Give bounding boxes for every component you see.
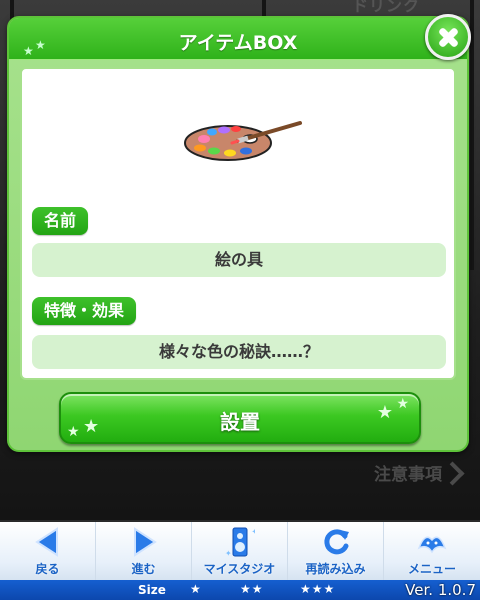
install-button-label: 設置 xyxy=(220,410,260,434)
nav-label: 進む xyxy=(131,562,156,576)
reload-button[interactable]: 再読み込み xyxy=(288,522,384,580)
menu-button[interactable]: メニュー xyxy=(384,522,480,580)
forward-arrow-icon xyxy=(134,527,157,557)
notice-link[interactable]: 注意事項 xyxy=(374,460,462,485)
paint-palette-icon xyxy=(184,121,302,161)
footer-bar: Size ★ ★★ ★★★ Ver. 1.0.7 xyxy=(0,580,480,600)
notice-link-label: 注意事項 xyxy=(374,465,442,485)
forward-button[interactable]: 進む xyxy=(96,522,192,580)
nav-label: 戻る xyxy=(35,562,60,576)
size-small-button[interactable]: ★ xyxy=(190,582,202,596)
version-label: Ver. 1.0.7 xyxy=(405,581,476,599)
speaker-icon: ✦ ✦ xyxy=(225,527,255,558)
nav-label: マイスタジオ xyxy=(203,562,276,576)
name-tag: 名前 xyxy=(32,207,89,235)
chevron-right-icon xyxy=(448,462,462,484)
close-icon[interactable] xyxy=(425,14,471,60)
svg-text:✦: ✦ xyxy=(225,549,232,558)
size-label: Size xyxy=(138,583,166,597)
back-button[interactable]: 戻る xyxy=(0,522,96,580)
item-detail-panel: 名前 絵の具 特徴・効果 様々な色の秘訣……？ xyxy=(20,67,456,380)
install-button[interactable]: ★ ★ ★ ★ 設置 xyxy=(59,392,421,444)
item-name-value: 絵の具 xyxy=(32,243,446,277)
size-large-button[interactable]: ★★★ xyxy=(300,582,335,596)
menu-mascot-icon xyxy=(417,536,447,554)
background-tab-label: ドリンク xyxy=(352,0,421,15)
my-studio-button[interactable]: ✦ ✦ マイスタジオ xyxy=(192,522,288,580)
size-medium-button[interactable]: ★★ xyxy=(240,582,264,596)
back-arrow-icon xyxy=(35,527,58,557)
dialog-header: ★ ★ アイテムBOX xyxy=(9,18,467,60)
nav-label: 再読み込み xyxy=(305,562,366,576)
svg-text:✦: ✦ xyxy=(251,527,255,538)
item-feature-value: 様々な色の秘訣……？ xyxy=(32,335,446,369)
dialog-title: アイテムBOX xyxy=(178,32,298,54)
feature-tag: 特徴・効果 xyxy=(32,297,137,325)
item-box-dialog: ★ ★ アイテムBOX 名前 絵の具 特徴・効果 様々な色の秘訣……？ ★ ★ … xyxy=(7,14,471,452)
reload-icon xyxy=(324,529,349,555)
bottom-nav-bar: 戻る 進む ✦ ✦ マイスタジオ 再読み込み メニュー xyxy=(0,522,480,580)
nav-label: メニュー xyxy=(407,562,456,576)
